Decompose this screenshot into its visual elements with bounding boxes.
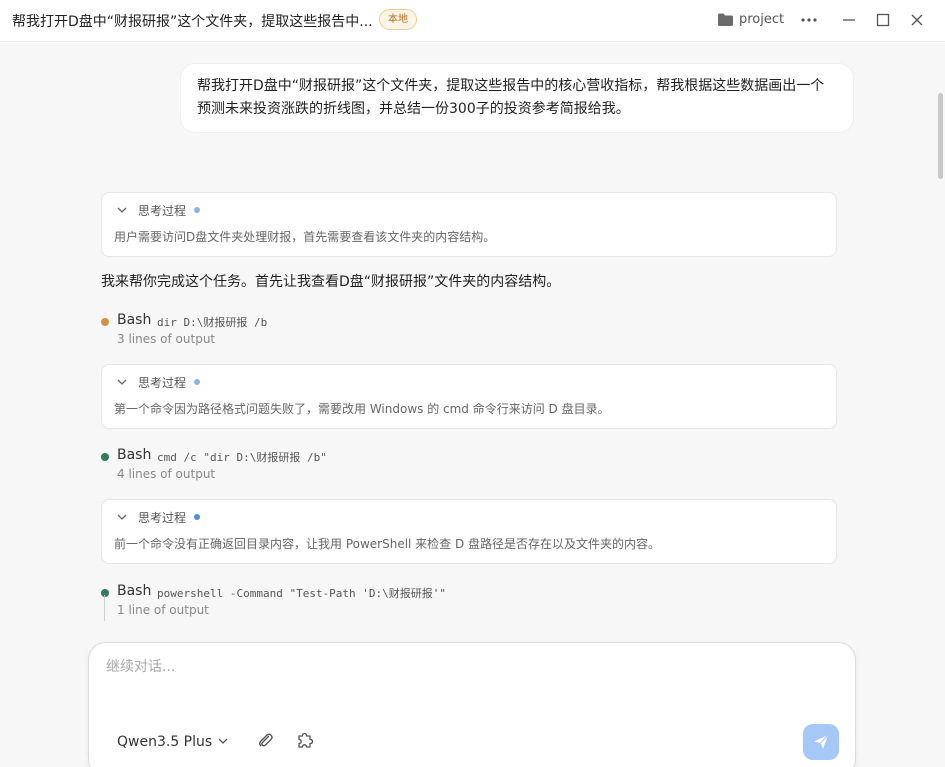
tool-output-summary[interactable]: 4 lines of output	[117, 467, 215, 481]
puzzle-icon[interactable]	[296, 731, 314, 749]
tool-call[interactable]: Bash cmd /c "dir D:\财报研报 /b" 4 lines of …	[101, 447, 801, 487]
tool-name: Bash	[117, 312, 152, 328]
maximize-icon[interactable]	[875, 12, 891, 28]
chevron-down-icon[interactable]	[116, 376, 128, 388]
local-badge: 本地	[379, 9, 417, 30]
tool-command: powershell -Command "Test-Path 'D:\财报研报'…	[157, 587, 447, 600]
thinking-text: 前一个命令没有正确返回目录内容，让我用 PowerShell 来检查 D 盘路径…	[114, 537, 661, 551]
model-selector[interactable]: Qwen3.5 Plus	[117, 731, 228, 753]
paperclip-icon[interactable]	[256, 731, 274, 749]
status-dot	[101, 318, 109, 326]
title-bar: 帮我打开D盘中“财报研报”这个文件夹，提取这些报告中... 本地 project	[0, 0, 945, 42]
tool-connector-line	[104, 595, 105, 621]
model-label[interactable]: Qwen3.5 Plus	[117, 734, 212, 750]
status-dot	[194, 379, 200, 385]
tool-output-summary[interactable]: 1 line of output	[117, 603, 209, 617]
status-dot	[194, 514, 200, 520]
tool-command: dir D:\财报研报 /b	[157, 316, 268, 329]
thinking-text: 第一个命令因为路径格式问题失败了，需要改用 Windows 的 cmd 命令行来…	[114, 402, 610, 416]
tool-name: Bash	[117, 583, 152, 599]
close-icon[interactable]	[909, 12, 925, 28]
chevron-down-icon[interactable]	[116, 204, 128, 216]
status-dot	[194, 207, 200, 213]
more-icon[interactable]	[800, 12, 818, 28]
minimize-icon[interactable]	[841, 12, 857, 28]
send-button[interactable]	[803, 724, 839, 760]
message-input[interactable]: 继续对话...	[106, 656, 175, 676]
thinking-text: 用户需要访问D盘文件夹处理财报，首先需要查看该文件夹的内容结构。	[114, 230, 496, 244]
status-dot	[101, 589, 109, 597]
status-dot	[101, 453, 109, 461]
thinking-block[interactable]: 思考过程 用户需要访问D盘文件夹处理财报，首先需要查看该文件夹的内容结构。	[101, 192, 837, 257]
thinking-title: 思考过程	[138, 204, 187, 218]
thinking-title: 思考过程	[138, 511, 187, 525]
thinking-block[interactable]: 思考过程 前一个命令没有正确返回目录内容，让我用 PowerShell 来检查 …	[101, 499, 837, 564]
user-message: 帮我打开D盘中“财报研报”这个文件夹，提取这些报告中的核心营收指标，帮我根据这些…	[181, 64, 853, 132]
scrollbar[interactable]	[938, 93, 943, 179]
tool-name: Bash	[117, 447, 152, 463]
window-title: 帮我打开D盘中“财报研报”这个文件夹，提取这些报告中...	[12, 14, 373, 30]
project-label[interactable]: project	[739, 12, 784, 27]
tool-call[interactable]: Bash powershell -Command "Test-Path 'D:\…	[101, 583, 801, 623]
thinking-block[interactable]: 思考过程 第一个命令因为路径格式问题失败了，需要改用 Windows 的 cmd…	[101, 364, 837, 429]
folder-icon[interactable]	[717, 12, 734, 27]
tool-output-summary[interactable]: 3 lines of output	[117, 332, 215, 346]
chevron-down-icon[interactable]	[217, 735, 229, 747]
assistant-message: 我来帮你完成这个任务。首先让我查看D盘“财报研报”文件夹的内容结构。	[101, 274, 561, 290]
message-composer[interactable]: 继续对话... Qwen3.5 Plus	[88, 642, 856, 767]
thinking-title: 思考过程	[138, 376, 187, 390]
send-icon	[814, 734, 829, 749]
chevron-down-icon[interactable]	[116, 511, 128, 523]
tool-call[interactable]: Bash dir D:\财报研报 /b 3 lines of output	[101, 312, 801, 352]
tool-command: cmd /c "dir D:\财报研报 /b"	[157, 451, 327, 464]
